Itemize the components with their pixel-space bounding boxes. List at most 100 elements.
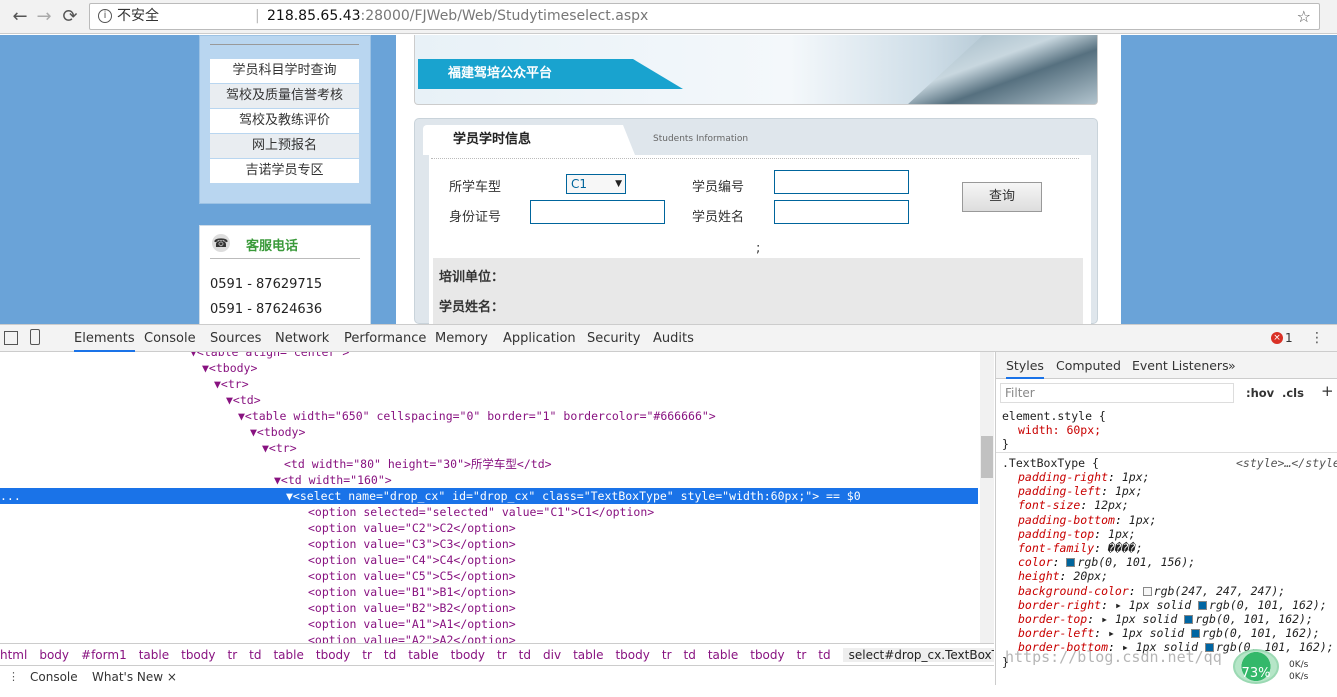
elements-line[interactable]: ▼<tr>	[0, 376, 978, 392]
color-swatch-icon[interactable]	[1198, 600, 1208, 610]
devtools-tab-performance[interactable]: Performance	[344, 325, 426, 352]
elements-line[interactable]: ▼<tbody>	[0, 424, 978, 440]
styles-tab[interactable]: »	[1228, 352, 1236, 379]
style-declaration[interactable]: padding-bottom: 1px;	[1018, 513, 1157, 527]
breadcrumb-item[interactable]: td	[818, 648, 830, 662]
elements-line[interactable]: <option value="B2">B2</option>	[0, 600, 978, 616]
breadcrumb-item[interactable]: div	[543, 648, 561, 662]
id-number-input[interactable]	[530, 200, 665, 224]
student-no-input[interactable]	[774, 170, 909, 194]
breadcrumb-item[interactable]: tr	[497, 648, 507, 662]
breadcrumb-item[interactable]: #form1	[81, 648, 127, 662]
elements-line[interactable]: ▼<table width="650" cellspacing="0" bord…	[0, 408, 978, 424]
elements-line[interactable]: <option selected="selected" value="C1">C…	[0, 504, 978, 520]
color-swatch-icon[interactable]	[1066, 558, 1076, 568]
breadcrumb-item[interactable]: tr	[797, 648, 807, 662]
breadcrumb-item[interactable]: table	[273, 648, 303, 662]
elements-line[interactable]: ▼<table align="center">	[0, 352, 978, 360]
style-declaration[interactable]: padding-top: 1px;	[1018, 527, 1136, 541]
styles-tab[interactable]: Styles	[1006, 352, 1044, 379]
elements-line[interactable]: <option value="B1">B1</option>	[0, 584, 978, 600]
elements-tree[interactable]: ▼<table align="center"> ▼<tbody> ▼<tr> ▼<td…	[0, 352, 978, 643]
back-arrow-icon[interactable]: ←	[8, 5, 32, 29]
add-rule-button[interactable]: +	[1321, 382, 1334, 400]
nav-item[interactable]: 学员科目学时查询	[210, 59, 359, 83]
breadcrumb-item-selected[interactable]: select#drop_cx.TextBoxType	[842, 648, 994, 662]
elements-line[interactable]: <option value="C3">C3</option>	[0, 536, 978, 552]
style-declaration[interactable]: border-right: ▸ 1px solid rgb(0, 101, 16…	[1018, 598, 1327, 612]
cls-toggle[interactable]: .cls	[1282, 386, 1304, 400]
error-icon[interactable]: ×	[1271, 332, 1283, 344]
element-style-width[interactable]: width: 60px;	[1018, 423, 1101, 437]
color-swatch-icon[interactable]	[1191, 629, 1201, 639]
breadcrumb-item[interactable]: table	[408, 648, 438, 662]
breadcrumb-item[interactable]: table	[139, 648, 169, 662]
breadcrumb-item[interactable]: tbody	[316, 648, 350, 662]
nav-item[interactable]: 驾校及质量信誉考核	[210, 84, 359, 108]
bookmark-star-icon[interactable]: ☆	[1297, 4, 1311, 29]
breadcrumb-item[interactable]: html	[0, 648, 27, 662]
reload-icon[interactable]: ⟳	[58, 5, 82, 29]
breadcrumb-item[interactable]: tr	[228, 648, 238, 662]
device-toolbar-icon[interactable]	[30, 329, 40, 345]
devtools-tab-application[interactable]: Application	[503, 325, 576, 352]
styles-filter-input[interactable]: Filter	[1000, 383, 1234, 403]
style-declaration[interactable]: padding-left: 1px;	[1018, 484, 1143, 498]
rule-source-link[interactable]: <style>…</style>	[1236, 456, 1337, 470]
style-declaration[interactable]: font-size: 12px;	[1018, 498, 1129, 512]
style-declaration[interactable]: padding-right: 1px;	[1018, 470, 1150, 484]
styles-tab[interactable]: Computed	[1056, 352, 1121, 379]
forward-arrow-icon[interactable]: →	[32, 5, 56, 29]
car-type-select[interactable]: C1 ▼	[566, 174, 626, 194]
style-declaration[interactable]: background-color: rgb(247, 247, 247);	[1018, 584, 1285, 598]
breadcrumb-item[interactable]: table	[708, 648, 738, 662]
elements-line[interactable]: ▼<tr>	[0, 440, 978, 456]
address-bar[interactable]: i 不安全 | 218.85.65.43:28000/FJWeb/Web/Stu…	[89, 3, 1320, 30]
devtools-tab-console[interactable]: Console	[144, 325, 196, 352]
breadcrumb-item[interactable]: table	[573, 648, 603, 662]
devtools-tab-security[interactable]: Security	[587, 325, 640, 352]
elements-line[interactable]: <option value="C5">C5</option>	[0, 568, 978, 584]
devtools-tab-elements[interactable]: Elements	[74, 325, 135, 352]
elements-line[interactable]: <option value="C2">C2</option>	[0, 520, 978, 536]
elements-line[interactable]: ▼<td>	[0, 392, 978, 408]
style-declaration[interactable]: color: rgb(0, 101, 156);	[1018, 555, 1195, 569]
style-declaration[interactable]: font-family: ����;	[1018, 541, 1143, 555]
info-icon[interactable]: i	[98, 9, 112, 23]
nav-item[interactable]: 吉诺学员专区	[210, 159, 359, 183]
elements-scrollbar[interactable]	[980, 352, 994, 643]
query-button[interactable]: 查询	[962, 182, 1042, 212]
breadcrumb-item[interactable]: tbody	[451, 648, 485, 662]
drawer-tab-console[interactable]: Console	[30, 666, 78, 688]
devtools-tab-network[interactable]: Network	[275, 325, 329, 352]
tab-student-hours[interactable]: 学员学时信息	[423, 125, 635, 155]
devtools-tab-sources[interactable]: Sources	[210, 325, 261, 352]
scrollbar-thumb[interactable]	[981, 436, 993, 478]
page-url[interactable]: 218.85.65.43:28000/FJWeb/Web/Studytimese…	[267, 4, 648, 29]
hov-toggle[interactable]: :hov	[1246, 386, 1274, 400]
breadcrumb-item[interactable]: td	[249, 648, 261, 662]
color-swatch-icon[interactable]	[1184, 615, 1194, 624]
devtools-tab-audits[interactable]: Audits	[653, 325, 694, 352]
nav-item[interactable]: 驾校及教练评价	[210, 109, 359, 133]
elements-line[interactable]: ▼<select name="drop_cx" id="drop_cx" cla…	[0, 488, 978, 504]
breadcrumb-item[interactable]: tbody	[181, 648, 215, 662]
devtools-tab-memory[interactable]: Memory	[435, 325, 488, 352]
more-menu-icon[interactable]: ⋮	[1310, 325, 1324, 352]
breadcrumb-item[interactable]: tbody	[615, 648, 649, 662]
style-declaration[interactable]: height: 20px;	[1018, 569, 1108, 583]
breadcrumb-item[interactable]: tr	[362, 648, 372, 662]
elements-line[interactable]: ▼<tbody>	[0, 360, 978, 376]
styles-tab[interactable]: Event Listeners	[1132, 352, 1229, 379]
error-count[interactable]: 1	[1285, 325, 1293, 352]
elements-line[interactable]: ▼<td width="160">	[0, 472, 978, 488]
breadcrumb-item[interactable]: td	[384, 648, 396, 662]
elements-line[interactable]: <option value="A1">A1</option>	[0, 616, 978, 632]
insecure-label[interactable]: 不安全	[117, 4, 159, 29]
breadcrumb-item[interactable]: tr	[662, 648, 672, 662]
drawer-tab-whats-new[interactable]: What's New ×	[92, 666, 177, 688]
breadcrumb-item[interactable]: tbody	[750, 648, 784, 662]
elements-line[interactable]: <option value="A2">A2</option>	[0, 632, 978, 643]
breadcrumb-item[interactable]: td	[684, 648, 696, 662]
elements-line[interactable]: <option value="C4">C4</option>	[0, 552, 978, 568]
